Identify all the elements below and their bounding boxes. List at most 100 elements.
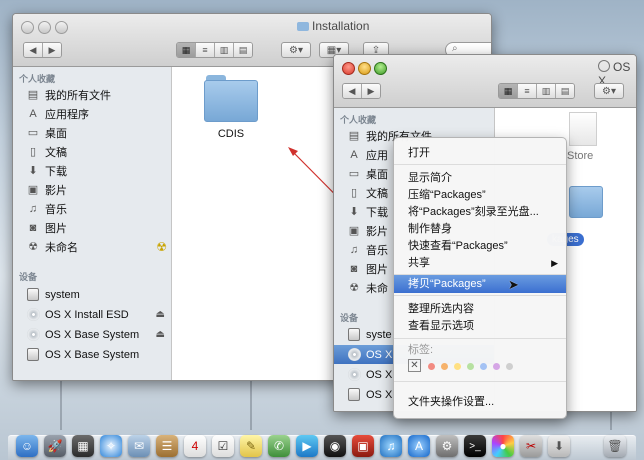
pictures-icon: ◙ [29, 221, 37, 234]
column-view-icon[interactable]: ▥ [215, 43, 234, 57]
minimize-button[interactable] [38, 21, 51, 34]
radioactive-icon: ☢ [349, 282, 359, 294]
title-bar[interactable]: OS X ◀ ▶ ▦ ≡ ▥ ▤ ⚙▾ [334, 55, 636, 108]
menu-item-quick-look[interactable]: 快速查看“Packages” [394, 237, 566, 255]
launchpad-icon[interactable]: 🚀 [44, 435, 66, 457]
sidebar-item-movies[interactable]: ▣ 影片 [13, 180, 171, 199]
tag-remove-icon[interactable]: ✕ [408, 359, 421, 372]
menu-item-view-options[interactable]: 查看显示选项 [394, 317, 566, 335]
sidebar-item-untitled[interactable]: ☢ 未命名 ☢ [13, 237, 171, 256]
view-mode-buttons[interactable]: ▦ ≡ ▥ ▤ [176, 42, 253, 58]
movies-icon: ▣ [27, 184, 39, 196]
mission-control-icon[interactable]: ▦ [72, 435, 94, 457]
utilities-icon[interactable]: ✂ [520, 435, 542, 457]
sidebar-item-all-files[interactable]: ▤我的所有文件 [13, 85, 171, 104]
coverflow-view-icon[interactable]: ▤ [556, 84, 574, 98]
zoom-button[interactable] [55, 21, 68, 34]
tag-color-yellow[interactable] [454, 363, 461, 370]
notes-icon[interactable]: ✎ [240, 435, 262, 457]
menu-item-share[interactable]: 共享 ▶ [394, 254, 566, 272]
sidebar-device-base-system-1[interactable]: OS X Base System ⏏ [13, 325, 171, 344]
back-arrow-icon[interactable]: ◀ [24, 43, 43, 57]
devices-header: 设备 [340, 313, 359, 323]
menu-item-clean-up[interactable]: 整理所选内容 [394, 300, 566, 318]
list-view-icon[interactable]: ≡ [518, 84, 537, 98]
downloads-icon: ⬇ [28, 165, 38, 177]
sidebar-item-desktop[interactable]: ▭ 桌面 [13, 123, 171, 142]
menu-item-compress[interactable]: 压缩“Packages” [394, 186, 566, 204]
trash-icon[interactable]: 🗑 [604, 435, 626, 457]
view-mode-buttons[interactable]: ▦ ≡ ▥ ▤ [498, 83, 575, 99]
menu-separator [394, 381, 566, 382]
sidebar-device-system[interactable]: system [13, 285, 171, 304]
app-store-icon[interactable]: A [408, 435, 430, 457]
sidebar-item-documents[interactable]: ▯ 文稿 [13, 142, 171, 161]
sidebar-item-applications[interactable]: A 应用程序 [13, 104, 171, 123]
tag-color-red[interactable] [428, 363, 435, 370]
safari-icon[interactable]: ✧ [100, 435, 122, 457]
tag-color-green[interactable] [467, 363, 474, 370]
sidebar-device-base-system-2[interactable]: OS X Base System [13, 345, 171, 364]
calendar-icon[interactable]: 4 [184, 435, 206, 457]
menu-item-get-info[interactable]: 显示简介 [394, 169, 566, 187]
action-gear-button[interactable]: ⚙▾ [281, 42, 311, 58]
system-preferences-icon[interactable]: ⚙ [436, 435, 458, 457]
tag-color-gray[interactable] [506, 363, 513, 370]
terminal-icon[interactable]: >_ [464, 435, 486, 457]
back-forward-buttons[interactable]: ◀ ▶ [342, 83, 381, 99]
eject-icon[interactable]: ⏏ [156, 309, 165, 320]
downloads-stack-icon[interactable]: ⬇ [548, 435, 570, 457]
tag-color-blue[interactable] [480, 363, 487, 370]
itunes-icon[interactable]: ♫ [380, 435, 402, 457]
coverflow-view-icon[interactable]: ▤ [234, 43, 252, 57]
photo-booth-icon[interactable]: ◉ [324, 435, 346, 457]
document-icon[interactable] [569, 112, 597, 146]
tag-color-orange[interactable] [441, 363, 448, 370]
icon-view-icon[interactable]: ▦ [177, 43, 196, 57]
contacts-icon[interactable]: ☰ [156, 435, 178, 457]
zoom-button[interactable] [374, 62, 387, 75]
back-arrow-icon[interactable]: ◀ [343, 84, 362, 98]
menu-item-open[interactable]: 打开 [394, 144, 566, 162]
item-label-store[interactable]: Store [567, 150, 593, 162]
back-forward-buttons[interactable]: ◀ ▶ [23, 42, 62, 58]
minimize-button[interactable] [358, 62, 371, 75]
folder-icon[interactable] [204, 75, 258, 123]
menu-item-make-alias[interactable]: 制作替身 [394, 220, 566, 238]
list-view-icon[interactable]: ≡ [196, 43, 215, 57]
sidebar-item-pictures[interactable]: ◙ 图片 [13, 218, 171, 237]
disk-image-icon [26, 308, 40, 321]
messages-icon[interactable]: ✆ [268, 435, 290, 457]
mail-icon[interactable]: ✉ [128, 435, 150, 457]
sidebar-device-install-esd[interactable]: OS X Install ESD ⏏ [13, 305, 171, 324]
action-gear-button[interactable]: ⚙▾ [594, 83, 624, 99]
favorites-header: 个人收藏 [340, 115, 377, 125]
close-button[interactable] [21, 21, 34, 34]
sidebar: 个人收藏 ▤ 我的所有文件 A 应用程序 ▭ 桌面 ▯ 文稿 ⬇ 下载 ▣ 影片 ♫ 音乐 ◙… [13, 67, 172, 380]
reminders-icon[interactable]: ☑ [212, 435, 234, 457]
color-wheel-icon[interactable]: ● [492, 435, 514, 457]
menu-item-copy[interactable]: 拷贝“Packages” ➤ [394, 275, 566, 293]
finder-icon[interactable]: ☺ [16, 435, 38, 457]
close-button[interactable] [342, 62, 355, 75]
forward-arrow-icon[interactable]: ▶ [362, 84, 380, 98]
folder-icon [297, 22, 309, 31]
forward-arrow-icon[interactable]: ▶ [43, 43, 61, 57]
sidebar-item-music[interactable]: ♫ 音乐 [13, 199, 171, 218]
photo-app-icon[interactable]: ▣ [352, 435, 374, 457]
hard-drive-icon [348, 328, 360, 341]
all-files-icon: ▤ [348, 130, 360, 142]
sidebar-item-downloads[interactable]: ⬇ 下载 [13, 161, 171, 180]
facetime-icon[interactable]: ▶ [296, 435, 318, 457]
pictures-icon: ◙ [350, 262, 358, 275]
disk-image-icon [26, 328, 40, 341]
icon-view-icon[interactable]: ▦ [499, 84, 518, 98]
documents-icon: ▯ [29, 146, 37, 158]
menu-item-folder-actions[interactable]: 文件夹操作设置... [394, 393, 566, 411]
tag-color-purple[interactable] [493, 363, 500, 370]
column-view-icon[interactable]: ▥ [537, 84, 556, 98]
menu-item-burn[interactable]: 将“Packages”刻录至光盘... [394, 203, 566, 221]
packages-folder-icon[interactable] [569, 186, 603, 218]
eject-icon[interactable]: ⏏ [156, 329, 165, 340]
folder-label-cdis[interactable]: CDIS [204, 128, 258, 140]
